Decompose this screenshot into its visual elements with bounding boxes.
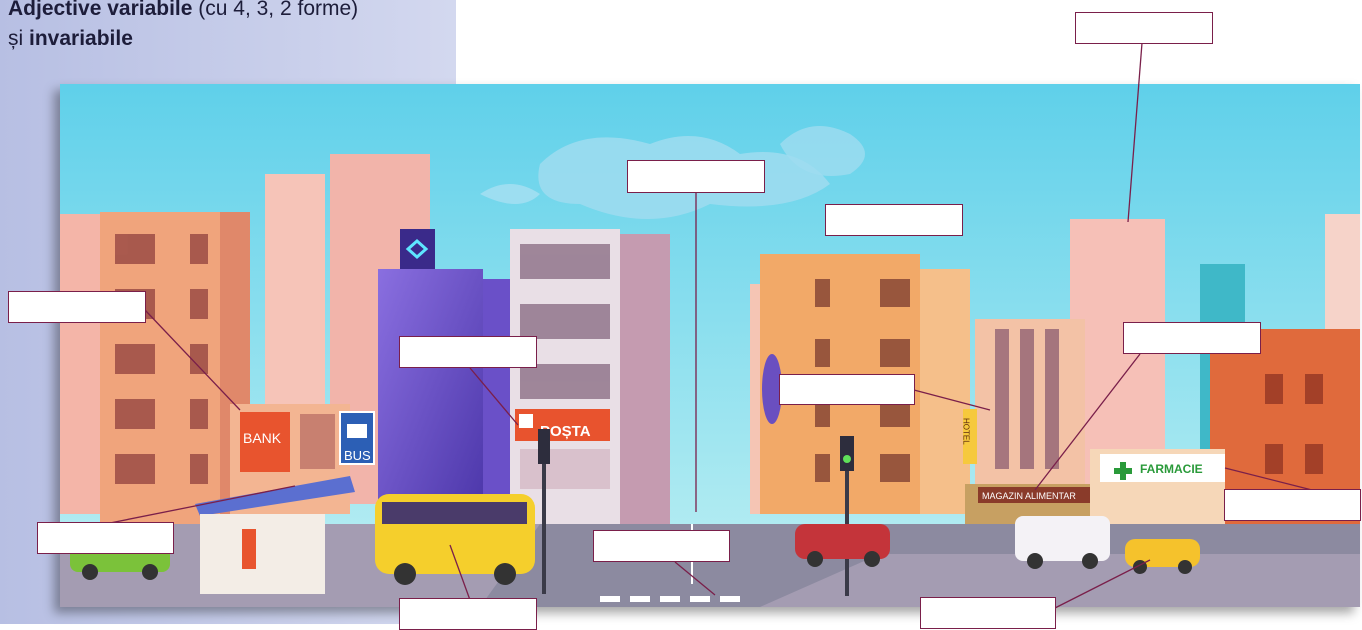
white-van [1015,516,1110,561]
bus-sign-text: BUS [344,448,371,463]
tower-logo-panel [400,229,435,269]
bus-shelter [200,514,325,594]
grocery-sign-text: MAGAZIN ALIMENTAR [982,491,1076,501]
answer-box-skyscraper[interactable] [1075,12,1213,44]
heading-variable: Adjective variabile [8,0,193,20]
answer-box-post-office[interactable] [399,336,537,368]
answer-box-building[interactable] [825,204,963,236]
answer-box-hotel[interactable] [779,374,915,405]
mail-icon [519,414,533,428]
bank-sign-text: BANK [243,430,282,446]
answer-box-bank[interactable] [8,291,146,323]
answer-box-taxi[interactable] [920,597,1056,629]
bus-sign-icon [347,424,367,438]
answer-box-bus-stop[interactable] [37,522,174,554]
answer-box-grocery[interactable] [1123,322,1261,354]
answer-box-bus[interactable] [399,598,537,630]
heading-invariable: invariabile [29,27,133,50]
answer-box-sky[interactable] [627,160,765,193]
glass-tower [378,269,483,529]
answer-box-pharmacy[interactable] [1224,489,1361,521]
exercise-heading: Adjective variabile (cu 4, 3, 2 forme) ș… [8,0,448,54]
hotel-sign-text: HOTEL [962,418,971,445]
traffic-light [538,429,550,464]
traffic-light [840,436,854,471]
heading-and: și [8,27,29,50]
pharmacy-sign-text: FARMACIE [1140,462,1203,476]
heading-forms: (cu 4, 3, 2 forme) [192,0,359,20]
answer-box-street[interactable] [593,530,730,562]
